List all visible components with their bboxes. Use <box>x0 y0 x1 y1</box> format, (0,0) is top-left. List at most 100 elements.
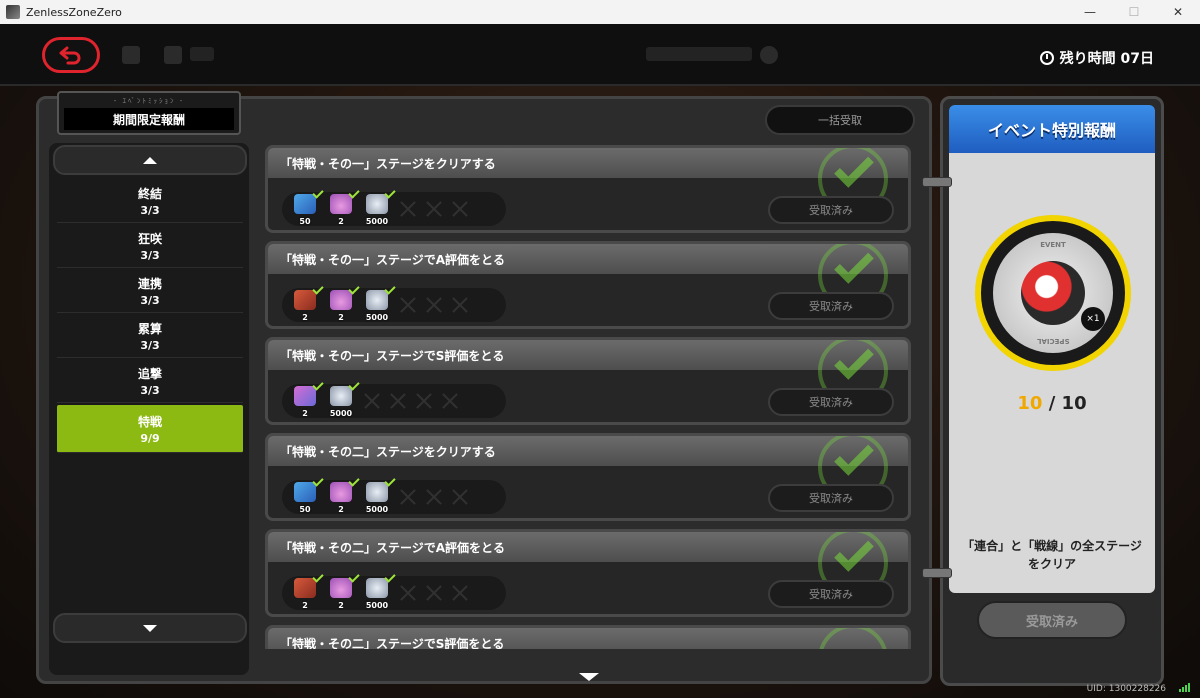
reward-item[interactable]: 5000 <box>362 571 396 610</box>
medal-icon: EVENT ×1 SPECIAL <box>993 233 1113 353</box>
special-progress: 10 / 10 <box>949 393 1155 414</box>
mission-card: 「特戦・その一」ステージをクリアする 50 2 5000 受取済み <box>265 145 911 233</box>
reward-row: 50 2 5000 <box>282 187 506 226</box>
mission-title: 「特戦・その一」ステージでA評価をとる <box>268 244 908 274</box>
reward-item[interactable]: 2 <box>326 475 360 514</box>
received-tick-icon <box>312 283 324 295</box>
reward-qty: 5000 <box>365 505 389 514</box>
player-uid: UID: 1300228226 <box>1086 684 1166 694</box>
reward-qty: 50 <box>299 217 311 226</box>
claimed-button[interactable]: 受取済み <box>768 388 894 416</box>
category-count: 3/3 <box>140 293 160 307</box>
category-name: 追撃 <box>137 366 162 381</box>
potion-icon <box>330 482 352 502</box>
category-name: 狂咲 <box>137 231 162 246</box>
mission-card: 「特戦・その二」ステージでS評価をとる <box>265 625 911 649</box>
reward-item[interactable]: 2 <box>326 571 360 610</box>
reward-qty: 2 <box>338 505 344 514</box>
received-tick-icon <box>384 475 396 487</box>
special-reward-title: イベント特別報酬 <box>949 105 1155 153</box>
reward-item[interactable]: 2 <box>290 283 324 322</box>
claimed-button[interactable]: 受取済み <box>768 196 894 224</box>
medal-bottom-text: SPECIAL <box>1036 337 1070 345</box>
received-tick-icon <box>312 475 324 487</box>
reward-row: 2 5000 <box>282 379 506 418</box>
category-count: 3/3 <box>140 383 160 397</box>
reward-item[interactable]: 2 <box>326 283 360 322</box>
claim-all-button[interactable]: 一括受取 <box>765 105 915 135</box>
reward-item[interactable]: 2 <box>290 571 324 610</box>
scroll-more-icon[interactable] <box>579 673 599 681</box>
coin-icon <box>366 578 388 598</box>
time-remaining-label: 残り時間 07日 <box>1059 51 1154 67</box>
mission-title: 「特戦・その二」ステージでS評価をとる <box>268 628 908 649</box>
mission-title: 「特戦・その二」ステージでA評価をとる <box>268 532 908 562</box>
received-tick-icon <box>384 187 396 199</box>
chevron-up-icon <box>143 156 157 164</box>
reward-item[interactable]: 50 <box>290 475 324 514</box>
mission-card: 「特戦・その一」ステージでS評価をとる 2 5000 受取済み <box>265 337 911 425</box>
app-icon <box>6 5 20 19</box>
category-item[interactable]: 累算 3/3 <box>57 314 243 358</box>
menu-icon[interactable] <box>122 46 140 64</box>
back-button[interactable] <box>42 37 100 73</box>
reward-qty: 5000 <box>365 217 389 226</box>
category-item-active[interactable]: 特戦 9/9 <box>57 405 243 453</box>
potion-icon <box>330 578 352 598</box>
dimmed-status <box>646 47 752 61</box>
clock-icon <box>1039 51 1054 65</box>
maximize-button[interactable]: ☐ <box>1112 0 1156 24</box>
category-item[interactable]: 連携 3/3 <box>57 269 243 313</box>
empty-slot-icon <box>424 199 444 219</box>
progress-separator: / <box>1042 393 1062 414</box>
received-tick-icon <box>348 571 360 583</box>
scroll-up-button[interactable] <box>53 145 247 175</box>
reward-item[interactable]: 5000 <box>362 283 396 322</box>
reward-row: 2 2 5000 <box>282 571 506 610</box>
reward-qty: 2 <box>338 601 344 610</box>
reward-row: 50 2 5000 <box>282 475 506 514</box>
panel-tab: - ｴﾍﾞﾝﾄﾐｯｼｮﾝ - 期間限定報酬 <box>57 91 241 135</box>
special-medal[interactable]: EVENT ×1 SPECIAL <box>975 215 1131 371</box>
special-claimed-button[interactable]: 受取済み <box>977 601 1127 639</box>
rewards-panel: - ｴﾍﾞﾝﾄﾐｯｼｮﾝ - 期間限定報酬 一括受取 終結 3/3 狂咲 3/3… <box>36 91 932 684</box>
reward-item[interactable]: 2 <box>326 187 360 226</box>
reward-qty: 2 <box>302 601 308 610</box>
reward-qty: 50 <box>299 505 311 514</box>
scroll-down-button[interactable] <box>53 613 247 643</box>
claimed-button[interactable]: 受取済み <box>768 580 894 608</box>
category-count: 3/3 <box>140 248 160 262</box>
special-reward-body: EVENT ×1 SPECIAL 10 / 10 「連合」と「戦線」の全ステージ… <box>949 153 1155 593</box>
ticket-icon <box>294 482 316 502</box>
binder-clip-icon <box>922 568 952 578</box>
special-reward-panel: イベント特別報酬 EVENT ×1 SPECIAL 10 / 10 「連合」と「… <box>940 96 1164 686</box>
reward-item[interactable]: 50 <box>290 187 324 226</box>
category-item[interactable]: 追撃 3/3 <box>57 359 243 403</box>
category-item[interactable]: 狂咲 3/3 <box>57 224 243 268</box>
panel-tab-title: 期間限定報酬 <box>64 108 234 130</box>
category-count: 3/3 <box>140 203 160 217</box>
reward-qty: 5000 <box>329 409 353 418</box>
empty-slot-icon <box>362 391 382 411</box>
mission-list[interactable]: 「特戦・その一」ステージをクリアする 50 2 5000 受取済み 「特戦・その… <box>265 145 917 649</box>
reward-item[interactable]: 5000 <box>326 379 360 418</box>
empty-slot-icon <box>414 391 434 411</box>
reward-item[interactable]: 2 <box>290 379 324 418</box>
home-icon[interactable] <box>164 46 182 64</box>
chevron-down-icon <box>143 624 157 632</box>
reward-qty: 2 <box>302 313 308 322</box>
category-item[interactable]: 終結 3/3 <box>57 179 243 223</box>
received-tick-icon <box>348 283 360 295</box>
reward-item[interactable]: 5000 <box>362 475 396 514</box>
reward-qty: 5000 <box>365 601 389 610</box>
claimed-button[interactable]: 受取済み <box>768 292 894 320</box>
reward-qty: 2 <box>338 313 344 322</box>
minimize-button[interactable]: — <box>1068 0 1112 24</box>
reward-item[interactable]: 5000 <box>362 187 396 226</box>
empty-slot-icon <box>450 295 470 315</box>
reward-qty: 5000 <box>365 313 389 322</box>
window-title: ZenlessZoneZero <box>26 5 122 19</box>
claimed-button[interactable]: 受取済み <box>768 484 894 512</box>
close-button[interactable]: ✕ <box>1156 0 1200 24</box>
potion-icon <box>330 194 352 214</box>
